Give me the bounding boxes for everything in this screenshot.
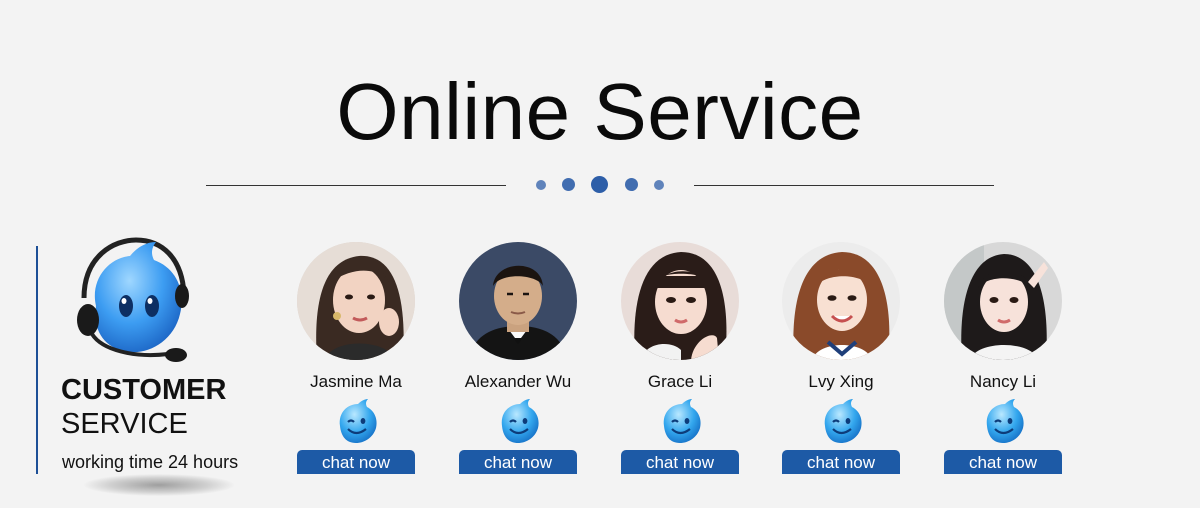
chat-now-button[interactable]: chat now xyxy=(459,450,577,474)
divider-dot xyxy=(536,180,546,190)
agent-name: Grace Li xyxy=(647,372,713,391)
customer-service-accent-bar xyxy=(36,246,38,474)
working-time-text: working time 24 hours xyxy=(62,452,239,472)
qq-chat-icon[interactable] xyxy=(981,398,1025,444)
mascot-shadow xyxy=(84,474,234,496)
agent-name: Alexander Wu xyxy=(464,372,572,391)
qq-chat-icon[interactable] xyxy=(496,398,540,444)
divider-left xyxy=(206,185,506,186)
agent-card-nancy-li: Nancy Li chat now xyxy=(944,242,1062,476)
agent-card-jasmine-ma: Jasmine Ma chat now xyxy=(297,242,415,476)
qq-chat-icon[interactable] xyxy=(819,398,863,444)
agent-card-lvy-xing: Lvy Xing chat now xyxy=(782,242,900,476)
avatar xyxy=(782,242,900,360)
chat-now-button[interactable]: chat now xyxy=(621,450,739,474)
agent-name: Nancy Li xyxy=(969,372,1037,391)
divider-dot xyxy=(562,178,575,191)
customer-service-heading: CUSTOMER xyxy=(61,374,227,406)
page-title: Online Service xyxy=(336,67,864,156)
qq-chat-icon[interactable] xyxy=(334,398,378,444)
agent-card-alexander-wu: Alexander Wu chat now xyxy=(459,242,577,476)
avatar xyxy=(459,242,577,360)
headset-mascot-icon xyxy=(74,236,194,370)
qq-chat-icon[interactable] xyxy=(658,398,702,444)
avatar xyxy=(621,242,739,360)
divider-right xyxy=(694,185,994,186)
chat-now-button[interactable]: chat now xyxy=(782,450,900,474)
divider-dot xyxy=(625,178,638,191)
agent-card-grace-li: Grace Li chat now xyxy=(621,242,739,476)
divider-dot-active xyxy=(591,176,608,193)
avatar xyxy=(944,242,1062,360)
agent-name: Lvy Xing xyxy=(808,372,874,391)
customer-service-subheading: SERVICE xyxy=(61,408,188,440)
agent-name: Jasmine Ma xyxy=(310,372,402,391)
divider-dot xyxy=(654,180,664,190)
avatar xyxy=(297,242,415,360)
chat-now-button[interactable]: chat now xyxy=(297,450,415,474)
chat-now-button[interactable]: chat now xyxy=(944,450,1062,474)
